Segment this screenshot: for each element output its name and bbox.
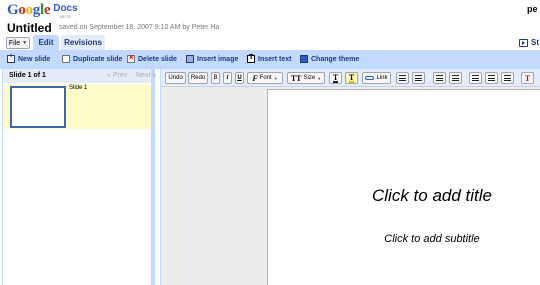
chevron-down-icon: ▼ <box>22 40 28 46</box>
play-icon <box>519 38 528 47</box>
format-toolbar: Undo Redo B I U F Font ▼ TT Size ▼ T T L… <box>161 69 540 87</box>
new-slide-label: New slide <box>18 55 51 63</box>
align-left-button[interactable] <box>469 72 482 84</box>
delete-slide-icon <box>127 53 135 63</box>
google-docs-logo[interactable]: Google Docs BETA <box>7 2 78 20</box>
outdent-icon <box>436 75 443 81</box>
chevron-down-icon: ▼ <box>317 75 322 81</box>
slide-list-panel: Slide 1 of 1 « Prev Next » Slide 1 <box>2 69 156 285</box>
duplicate-slide-label: Duplicate slide <box>73 55 123 63</box>
start-presentation-label: St <box>531 38 539 47</box>
numbered-list-icon <box>399 75 406 81</box>
increase-indent-button[interactable] <box>449 72 462 84</box>
title-placeholder[interactable]: Click to add title <box>268 186 540 206</box>
link-icon <box>365 76 375 80</box>
bulleted-list-button[interactable] <box>412 72 425 84</box>
insert-image-label: Insert image <box>197 55 239 63</box>
font-label: Font <box>259 75 272 81</box>
slide-thumbnail[interactable] <box>10 86 66 128</box>
align-center-icon <box>488 75 495 81</box>
change-theme-button[interactable]: Change theme <box>300 55 359 63</box>
presentation-editor: Google Docs BETA pe Untitled saved on Se… <box>0 0 540 285</box>
bold-button[interactable]: B <box>211 72 220 84</box>
start-presentation-link[interactable]: St <box>519 38 539 47</box>
font-icon: F <box>252 73 258 83</box>
menu-tabs: File ▼ Edit Revisions St <box>0 35 540 50</box>
font-dropdown[interactable]: F Font ▼ <box>247 72 283 84</box>
insert-text-icon <box>247 54 255 63</box>
user-name[interactable]: pe <box>527 4 538 14</box>
highlight-color-button[interactable]: T <box>345 72 358 84</box>
prev-slide-link[interactable]: « Prev <box>107 72 127 79</box>
logo-word: Google <box>7 2 51 18</box>
align-center-button[interactable] <box>485 72 498 84</box>
decrease-indent-button[interactable] <box>433 72 446 84</box>
text-color-button[interactable]: T <box>329 72 342 84</box>
tab-edit[interactable]: Edit <box>33 35 59 50</box>
indent-icon <box>452 75 459 81</box>
link-label: Link <box>376 75 388 81</box>
align-left-icon <box>472 75 479 81</box>
text-color-icon: T <box>332 72 339 83</box>
link-button[interactable]: Link <box>362 72 391 84</box>
insert-text-label: Insert text <box>258 55 292 63</box>
slide-editor: Undo Redo B I U F Font ▼ TT Size ▼ T T L… <box>160 69 540 285</box>
highlight-icon: T <box>348 72 355 83</box>
document-title[interactable]: Untitled <box>7 21 52 35</box>
change-theme-label: Change theme <box>311 55 360 63</box>
bulleted-list-icon <box>415 75 422 81</box>
save-status: saved on September 18, 2007 9:10 AM by P… <box>59 24 220 31</box>
slide-label: Slide 1 <box>69 85 88 91</box>
delete-slide-label: Delete slide <box>138 55 177 63</box>
change-theme-icon <box>300 55 308 63</box>
slide-list-item[interactable]: Slide 1 <box>3 84 151 129</box>
italic-button[interactable]: I <box>223 72 232 84</box>
tab-revisions[interactable]: Revisions <box>61 35 105 50</box>
subtitle-placeholder[interactable]: Click to add subtitle <box>268 233 540 245</box>
file-menu-label: File <box>8 39 21 47</box>
slide-command-bar: New slide Duplicate slide Delete slide I… <box>0 50 540 69</box>
insert-text-button[interactable]: Insert text <box>247 54 292 63</box>
undo-button[interactable]: Undo <box>165 72 186 84</box>
next-slide-link[interactable]: Next » <box>136 72 156 79</box>
redo-button[interactable]: Redo <box>188 72 208 84</box>
font-size-icon: TT <box>290 73 302 83</box>
insert-image-icon <box>186 55 194 63</box>
insert-image-button[interactable]: Insert image <box>186 55 238 63</box>
delete-slide-button[interactable]: Delete slide <box>127 53 177 63</box>
underline-button[interactable]: U <box>235 72 244 84</box>
slide-list-header: Slide 1 of 1 « Prev Next » <box>3 69 156 83</box>
size-label: Size <box>303 75 316 81</box>
size-dropdown[interactable]: TT Size ▼ <box>287 72 325 84</box>
slide-canvas[interactable]: Click to add title Click to add subtitle <box>267 89 540 285</box>
align-right-button[interactable] <box>501 72 514 84</box>
slide-count: Slide 1 of 1 <box>9 72 46 79</box>
new-slide-icon <box>7 53 15 63</box>
beta-badge: BETA <box>60 14 71 19</box>
logo-product: Docs <box>53 3 78 14</box>
clear-formatting-icon: T <box>524 73 531 83</box>
numbered-list-button[interactable] <box>396 72 409 84</box>
new-slide-button[interactable]: New slide <box>7 53 51 63</box>
clear-formatting-button[interactable]: T <box>521 72 534 84</box>
chevron-down-icon: ▼ <box>273 75 278 81</box>
duplicate-slide-button[interactable]: Duplicate slide <box>62 55 122 63</box>
align-right-icon <box>504 75 511 81</box>
file-menu-button[interactable]: File ▼ <box>6 37 30 49</box>
duplicate-slide-icon <box>62 55 70 63</box>
